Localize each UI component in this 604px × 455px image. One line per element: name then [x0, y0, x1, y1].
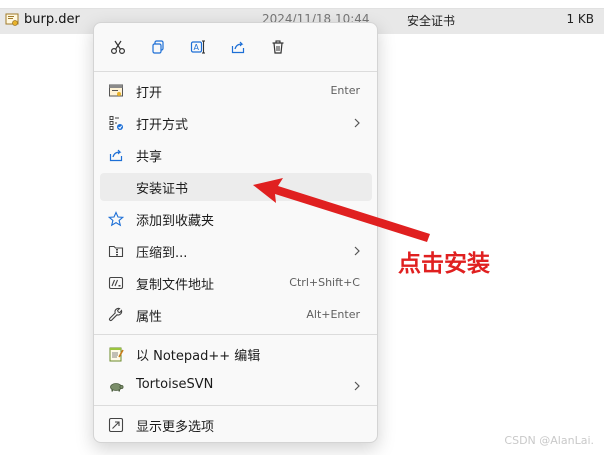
cut-button[interactable]: [106, 35, 130, 59]
menu-item-copy-path[interactable]: 复制文件地址 Ctrl+Shift+C: [100, 269, 372, 297]
menu-item-tortoisesvn[interactable]: TortoiseSVN: [100, 372, 372, 400]
menu-item-label: 安装证书: [136, 182, 189, 197]
menu-separator: [94, 405, 377, 406]
menu-item-label: 复制文件地址: [136, 278, 215, 293]
delete-icon: [272, 40, 284, 54]
copy-icon: [152, 40, 164, 54]
menu-item-edit-notepad-plus-plus[interactable]: 以 Notepad++ 编辑: [100, 340, 372, 368]
file-type: 安全证书: [407, 14, 456, 28]
menu-toolbar: A: [94, 23, 377, 71]
menu-item-add-to-favorites[interactable]: 添加到收藏夹: [100, 205, 372, 233]
menu-separator: [94, 71, 377, 72]
menu-item-compress-to[interactable]: 压缩到...: [100, 237, 372, 265]
share-icon: [231, 41, 245, 54]
open-with-icon: [109, 116, 123, 130]
annotation-text: 点击安装: [398, 251, 490, 277]
cut-icon: [110, 40, 126, 55]
chevron-right-icon: [354, 246, 360, 256]
menu-item-label: 压缩到...: [136, 246, 188, 261]
file-name[interactable]: burp.der: [24, 12, 80, 27]
copy-path-icon: [108, 276, 124, 290]
menu-item-label: 打开方式: [136, 118, 189, 133]
menu-item-label: 打开: [136, 86, 163, 101]
context-menu: A 打开 Enter 打开方式 共享 安装证书 添加到收藏夹 压缩到... 复制…: [93, 22, 378, 443]
certificate-file-icon: [5, 13, 19, 26]
menu-separator: [94, 334, 377, 335]
share-button[interactable]: [226, 35, 250, 59]
tortoise-icon: [110, 383, 124, 392]
chevron-right-icon: [354, 381, 360, 391]
file-size: 1 KB: [566, 12, 594, 26]
menu-item-show-more-options[interactable]: 显示更多选项: [100, 411, 372, 439]
wrench-icon: [108, 307, 123, 322]
open-file-icon: [109, 84, 123, 97]
watermark: CSDN @AlanLai.: [504, 434, 594, 447]
share-icon: [109, 149, 123, 162]
svg-text:A: A: [194, 43, 200, 52]
top-divider: [0, 0, 604, 9]
menu-item-share[interactable]: 共享: [100, 141, 372, 169]
star-icon: [108, 211, 124, 227]
more-options-icon: [108, 417, 124, 433]
rename-icon: A: [190, 40, 205, 54]
notepad-plus-plus-icon: [109, 347, 124, 362]
menu-item-label: 添加到收藏夹: [136, 214, 215, 229]
menu-item-label: 共享: [136, 150, 163, 165]
chevron-right-icon: [354, 118, 360, 128]
menu-item-properties[interactable]: 属性 Alt+Enter: [100, 301, 372, 329]
zip-folder-icon: [108, 245, 124, 258]
menu-item-shortcut: Alt+Enter: [306, 308, 360, 321]
menu-item-open-with[interactable]: 打开方式: [100, 109, 372, 137]
menu-item-shortcut: Ctrl+Shift+C: [289, 276, 360, 289]
menu-item-open[interactable]: 打开 Enter: [100, 77, 372, 105]
delete-button[interactable]: [266, 35, 290, 59]
menu-item-label: TortoiseSVN: [136, 377, 214, 392]
menu-item-shortcut: Enter: [330, 84, 360, 97]
rename-button[interactable]: A: [186, 35, 210, 59]
screenshot-stage: burp.der 2024/11/18 10:44 安全证书 1 KB A 打开…: [0, 0, 604, 455]
menu-item-label: 以 Notepad++ 编辑: [136, 349, 261, 364]
menu-item-install-certificate[interactable]: 安装证书: [100, 173, 372, 201]
menu-item-label: 显示更多选项: [136, 420, 215, 435]
menu-item-label: 属性: [136, 310, 163, 325]
copy-button[interactable]: [146, 35, 170, 59]
